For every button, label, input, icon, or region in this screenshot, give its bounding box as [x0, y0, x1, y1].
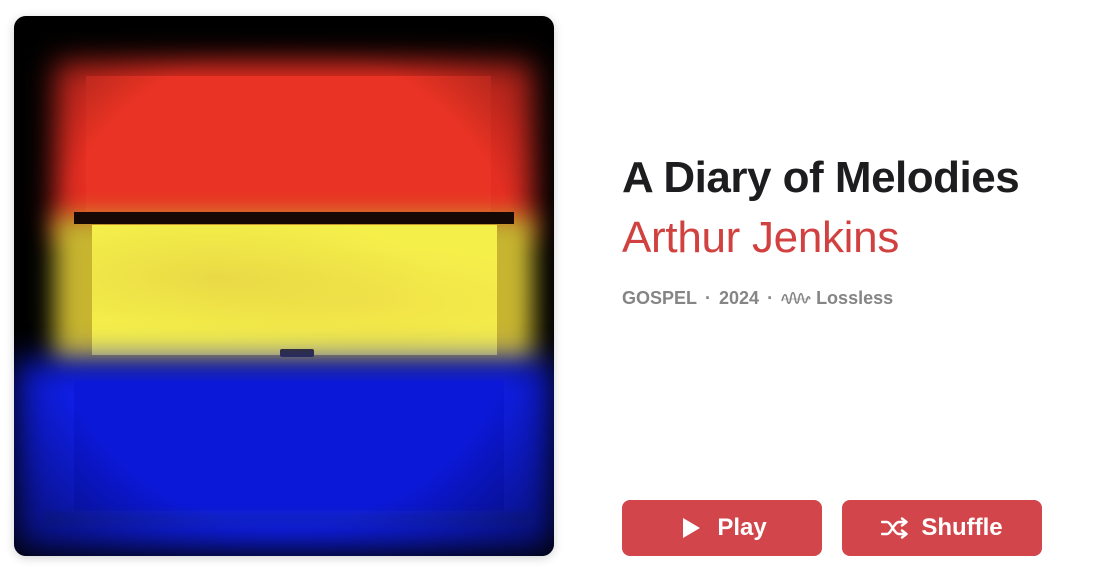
album-artwork[interactable] — [14, 16, 554, 556]
shuffle-button[interactable]: Shuffle — [842, 500, 1042, 556]
genre-label[interactable]: GOSPEL — [622, 288, 697, 309]
lossless-waveform-icon — [781, 289, 811, 307]
artwork-vignette — [14, 16, 554, 556]
year-label: 2024 — [719, 287, 760, 308]
quality-label: Lossless — [816, 287, 894, 308]
album-title: A Diary of Melodies — [622, 153, 1020, 202]
shuffle-label: Shuffle — [921, 514, 1003, 541]
shuffle-icon — [881, 516, 909, 540]
artist-name-link[interactable]: Arthur Jenkins — [622, 210, 899, 266]
meta-separator: · — [767, 287, 774, 308]
meta-separator: · — [705, 287, 712, 308]
play-button[interactable]: Play — [622, 500, 822, 556]
album-metadata: GOSPEL · 2024 · Lossless — [622, 286, 893, 310]
play-label: Play — [717, 514, 767, 541]
album-header: A Diary of Melodies Arthur Jenkins GOSPE… — [0, 0, 1094, 566]
play-icon — [677, 516, 705, 540]
